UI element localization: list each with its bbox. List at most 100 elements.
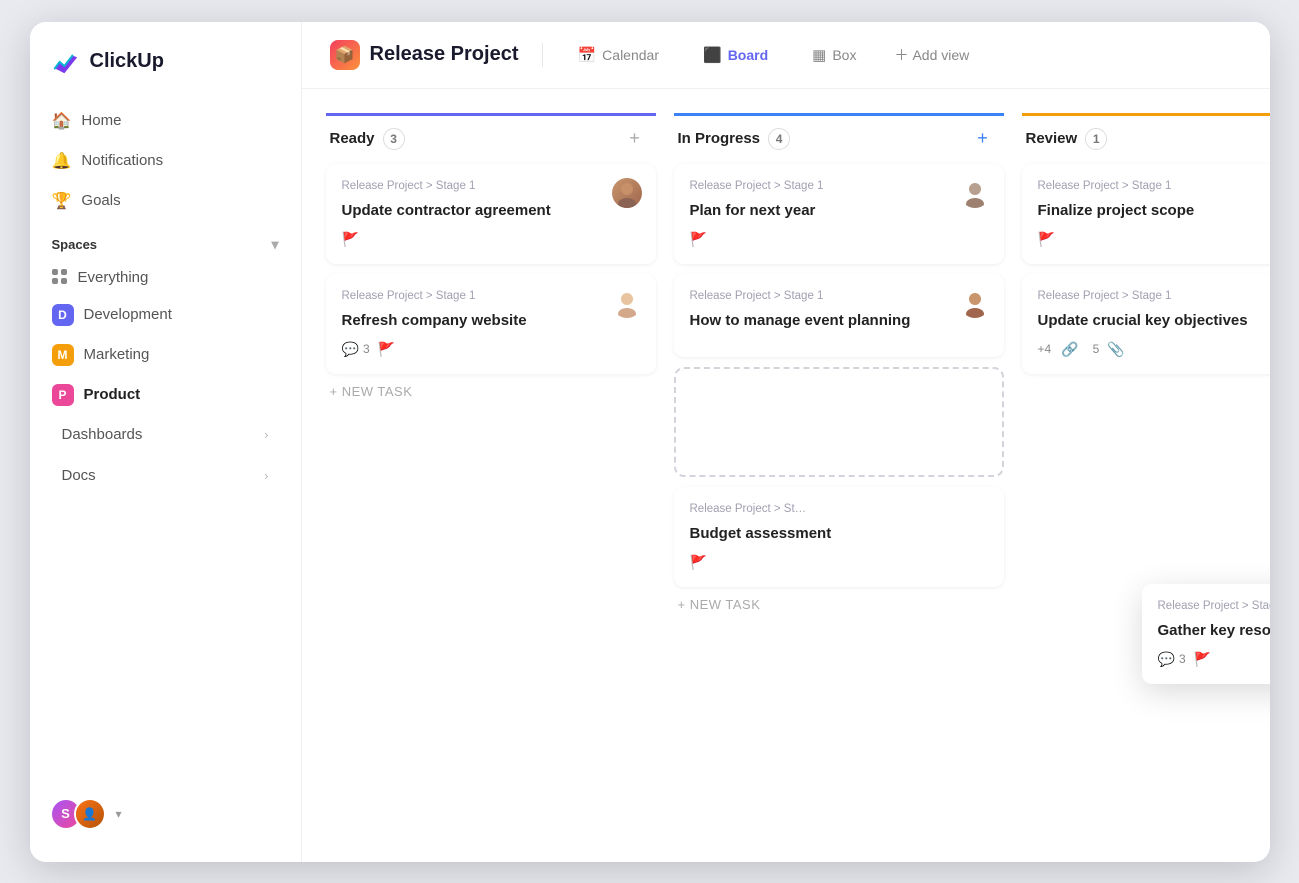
spaces-list: Everything D Development M Marketing P P…: [30, 261, 301, 414]
trophy-icon: 🏆: [52, 191, 72, 211]
card-title: Plan for next year: [690, 200, 988, 221]
cards-in-progress: Release Project > Stage 1 Plan for next …: [674, 164, 1004, 587]
card-meta: Release Project > Stage 1: [342, 290, 640, 302]
tab-box-label: Box: [832, 47, 856, 63]
development-badge: D: [52, 304, 74, 326]
sidebar-item-marketing[interactable]: M Marketing: [40, 336, 291, 374]
tab-board[interactable]: ⬛ Board: [693, 40, 778, 70]
main-content: 📦 Release Project 📅 Calendar ⬛ Board ▦ B…: [302, 22, 1270, 862]
card-footer: 🚩: [690, 554, 988, 571]
product-badge: P: [52, 384, 74, 406]
floating-card: ✛ Release Project > Stage 1 Gather key r…: [1142, 584, 1270, 684]
sidebar-item-dashboards[interactable]: Dashboards ›: [40, 416, 291, 453]
chevron-down-icon: ▾: [271, 236, 278, 253]
chevron-right-icon: ›: [264, 427, 268, 442]
column-review: Review 1 + Release Project > Stage 1 Fin…: [1022, 113, 1270, 374]
card-plan-next-year: Release Project > Stage 1 Plan for next …: [674, 164, 1004, 264]
sidebar-item-product[interactable]: P Product: [40, 376, 291, 414]
card-finalize-scope: Release Project > Stage 1 Finalize proje…: [1022, 164, 1270, 264]
avatar-inner: [612, 288, 642, 318]
card-refresh-website: Release Project > Stage 1 Refresh compan…: [326, 274, 656, 374]
card-meta: Release Project > Stage 1: [1038, 180, 1270, 192]
tab-calendar[interactable]: 📅 Calendar: [567, 40, 669, 70]
new-task-ready[interactable]: + NEW TASK: [326, 374, 656, 409]
box-icon: ▦: [812, 46, 826, 64]
card-meta: Release Project > Stage 1: [690, 180, 988, 192]
card-meta: Release Project > St…: [690, 503, 988, 515]
tab-box[interactable]: ▦ Box: [802, 40, 866, 70]
project-header: 📦 Release Project: [330, 40, 519, 70]
sidebar-item-docs[interactable]: Docs ›: [40, 457, 291, 494]
comment-count: 💬 3: [1158, 651, 1186, 668]
sidebar-item-development-label: Development: [84, 306, 172, 323]
floating-card-meta: Release Project > Stage 1: [1158, 600, 1270, 612]
card-meta: Release Project > Stage 1: [1038, 290, 1270, 302]
flag-icon: 🚩: [378, 341, 395, 358]
tab-board-label: Board: [728, 47, 768, 63]
sidebar-nav: 🏠 Home 🔔 Notifications 🏆 Goals: [30, 102, 301, 220]
comment-number: 3: [363, 342, 370, 356]
card-event-planning: Release Project > Stage 1 How to manage …: [674, 274, 1004, 357]
sidebar-item-home[interactable]: 🏠 Home: [40, 102, 291, 140]
project-title: Release Project: [370, 43, 519, 66]
column-title-review: Review: [1026, 130, 1078, 147]
column-add-in-progress[interactable]: +: [970, 126, 996, 152]
column-header-in-progress: In Progress 4 +: [674, 113, 1004, 164]
sidebar-item-notifications-label: Notifications: [81, 152, 163, 169]
plus-count: +4: [1038, 342, 1052, 356]
card-update-contractor: Release Project > Stage 1 Update contrac…: [326, 164, 656, 264]
board-wrapper: Ready 3 + Release Project > Stage 1 Upda…: [302, 89, 1270, 862]
column-count-review: 1: [1085, 128, 1107, 150]
spaces-label: Spaces: [52, 237, 98, 252]
card-footer: 🚩: [342, 231, 640, 248]
calendar-icon: 📅: [577, 46, 596, 64]
user-chevron-icon: ▾: [116, 807, 122, 821]
flag-icon: 🚩: [690, 231, 707, 248]
paperclip-icon: 📎: [1107, 341, 1124, 358]
sidebar-item-product-label: Product: [84, 386, 141, 403]
avatar-user-2: 👤: [74, 798, 106, 830]
column-count-in-progress: 4: [768, 128, 790, 150]
board: Ready 3 + Release Project > Stage 1 Upda…: [302, 89, 1270, 862]
flag-icon: 🚩: [690, 554, 707, 571]
flag-icon: 🚩: [342, 231, 359, 248]
add-view-label: Add view: [912, 47, 969, 63]
card-title: Budget assessment: [690, 523, 988, 544]
spaces-section-header: Spaces ▾: [30, 220, 301, 261]
marketing-badge: M: [52, 344, 74, 366]
sidebar-item-notifications[interactable]: 🔔 Notifications: [40, 142, 291, 180]
sidebar-item-goals[interactable]: 🏆 Goals: [40, 182, 291, 220]
floating-card-title: Gather key resources: [1158, 620, 1270, 641]
column-header-ready: Ready 3 +: [326, 113, 656, 164]
bell-icon: 🔔: [52, 151, 72, 171]
flag-icon: 🚩: [1038, 231, 1055, 248]
sidebar-item-home-label: Home: [81, 112, 121, 129]
card-footer: 🚩: [690, 231, 988, 248]
comment-bubble-icon: 💬: [1158, 651, 1175, 668]
card-placeholder: [674, 367, 1004, 477]
column-header-review: Review 1 +: [1022, 113, 1270, 164]
card-title: Refresh company website: [342, 310, 640, 331]
plus-icon: ＋: [894, 45, 908, 65]
column-title-ready: Ready: [330, 130, 375, 147]
column-add-ready[interactable]: +: [622, 126, 648, 152]
logo: ClickUp: [30, 46, 301, 102]
card-budget-assessment: Release Project > St… Budget assessment …: [674, 487, 1004, 587]
add-view-button[interactable]: ＋ Add view: [894, 45, 969, 65]
card-footer: 🚩: [1038, 231, 1270, 248]
sidebar-item-docs-label: Docs: [62, 467, 96, 484]
tab-calendar-label: Calendar: [602, 47, 659, 63]
sidebar-item-everything[interactable]: Everything: [40, 261, 291, 294]
sidebar-item-development[interactable]: D Development: [40, 296, 291, 334]
avatar-inner: [960, 178, 990, 208]
sidebar: ClickUp 🏠 Home 🔔 Notifications 🏆 Goals S…: [30, 22, 302, 862]
new-task-in-progress[interactable]: + NEW TASK: [674, 587, 1004, 622]
card-meta: Release Project > Stage 1: [690, 290, 988, 302]
sidebar-item-dashboards-label: Dashboards: [62, 426, 143, 443]
cards-ready: Release Project > Stage 1 Update contrac…: [326, 164, 656, 374]
column-ready: Ready 3 + Release Project > Stage 1 Upda…: [326, 113, 656, 409]
card-update-objectives: Release Project > Stage 1 Update crucial…: [1022, 274, 1270, 374]
chevron-right-icon-2: ›: [264, 468, 268, 483]
attachment-count: 5: [1093, 342, 1100, 356]
comment-number: 3: [1179, 652, 1186, 666]
